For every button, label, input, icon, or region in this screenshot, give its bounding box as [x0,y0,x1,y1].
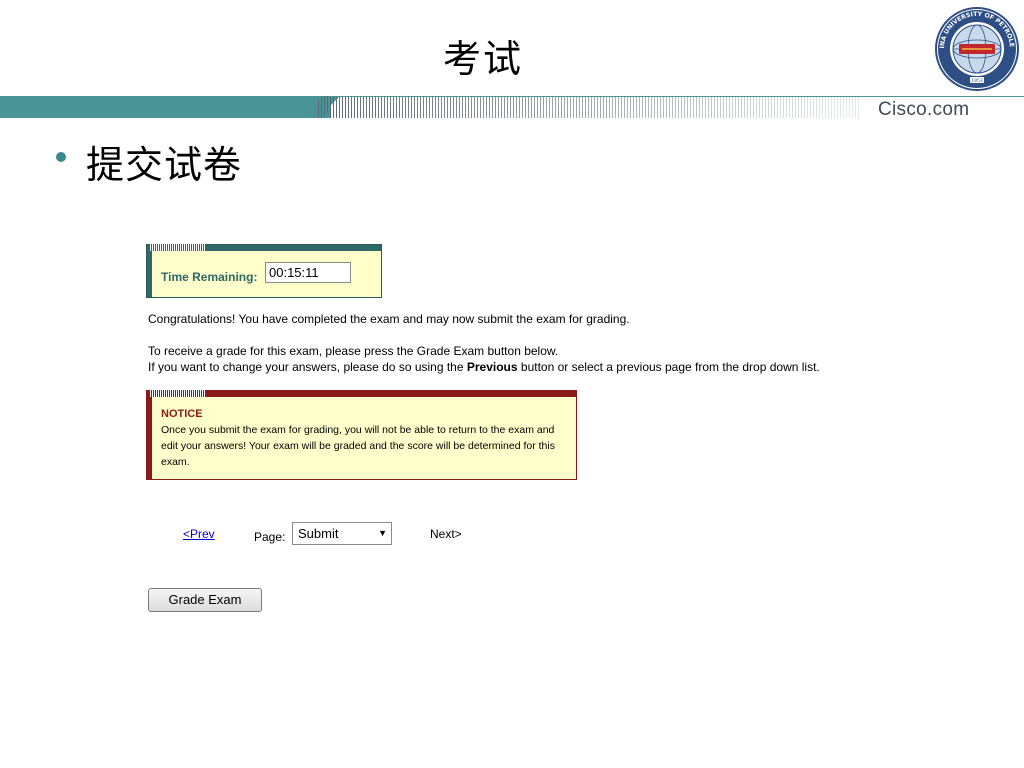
time-remaining-field: 00:15:11 [265,262,351,283]
notice-box: NOTICE Once you submit the exam for grad… [146,390,577,480]
cisco-brand: Cisco.com [878,99,970,120]
chevron-down-icon: ▼ [378,528,387,538]
timer-label: Time Remaining: [161,270,258,284]
page-label: Page: [254,530,286,544]
timer-hatch [149,244,205,251]
grade-exam-button[interactable]: Grade Exam [148,588,262,612]
page-select-value: Submit [298,526,339,541]
notice-title: NOTICE [161,408,203,420]
instruction-line-2: If you want to change your answers, plea… [148,360,820,374]
previous-keyword: Previous [466,360,518,374]
slide: 考试 CHINA UNIVERSITY OF PETROLEUM 1953 Ci… [0,0,1024,768]
notice-body: Once you submit the exam for grading, yo… [161,424,555,468]
seal-year: 1953 [971,78,983,84]
bullet-dot [56,152,66,162]
instruction-line-1: To receive a grade for this exam, please… [148,344,559,358]
page-select[interactable]: Submit ▼ [292,522,392,545]
prev-link[interactable]: <Prev [183,527,215,541]
header-band [0,96,1024,118]
timer-box: Time Remaining: 00:15:11 [146,244,382,298]
congrats-text: Congratulations! You have completed the … [148,312,630,326]
bullet-text: 提交试卷 [86,143,243,187]
next-link[interactable]: Next> [430,527,462,541]
notice-hatch [149,390,205,397]
university-seal-icon: CHINA UNIVERSITY OF PETROLEUM 1953 [934,6,1019,91]
slide-title: 考试 [442,37,523,81]
